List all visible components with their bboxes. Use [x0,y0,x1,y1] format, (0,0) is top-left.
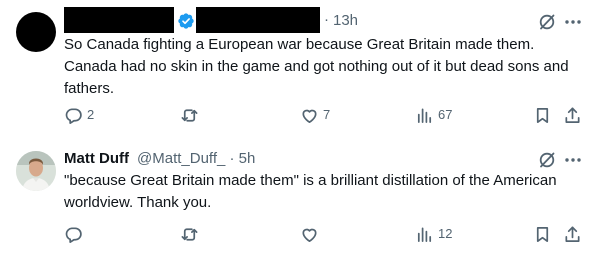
reply-icon [65,226,82,243]
bookmark-button[interactable] [533,224,552,244]
retweet-button[interactable] [180,224,203,244]
views-button[interactable]: 12 [415,224,452,244]
reply-count: 2 [87,107,95,122]
like-count: 7 [323,107,331,122]
more-icon[interactable] [563,12,583,32]
grok-icon[interactable] [537,150,557,170]
like-icon [302,109,317,123]
avatar-photo [16,151,56,191]
verified-badge-icon [178,13,194,29]
views-count: 67 [438,107,453,122]
tweet[interactable]: Matt Duff @Matt_Duff_ · 5h "because Grea… [0,141,598,256]
grok-icon[interactable] [537,12,557,32]
share-button[interactable] [563,105,582,125]
tweet-text: "because Great Britain made them" is a b… [64,172,557,211]
views-icon [417,226,432,242]
action-bar: 2 7 67 [56,105,598,125]
display-name[interactable]: Matt Duff [64,149,129,169]
tweet[interactable]: · 13h So Canada fighting a European war … [0,0,598,141]
timestamp[interactable]: 13h [333,11,358,31]
redacted-display-name [64,7,174,33]
handle-and-time[interactable]: @Matt_Duff_ · 5h [137,149,255,169]
share-icon [565,226,580,242]
avatar[interactable] [16,12,56,52]
reply-button[interactable] [64,224,87,244]
like-button[interactable] [300,224,323,244]
views-count: 12 [438,226,453,241]
like-icon [302,228,317,242]
more-icon[interactable] [563,150,583,170]
tweet-text: So Canada fighting a European war becaus… [64,36,569,97]
reply-button[interactable]: 2 [64,105,94,125]
views-icon [417,107,432,123]
bookmark-icon [536,107,549,123]
views-button[interactable]: 67 [415,105,452,125]
retweet-button[interactable] [180,105,203,125]
redacted-handle [196,7,320,33]
bookmark-button[interactable] [533,105,552,125]
share-button[interactable] [563,224,582,244]
retweet-icon [181,227,198,241]
reply-icon [65,107,82,124]
action-bar: 12 [56,224,598,244]
avatar[interactable] [16,151,56,191]
share-icon [565,107,580,123]
retweet-icon [181,108,198,122]
like-button[interactable]: 7 [300,105,330,125]
separator-dot: · [324,11,329,28]
bookmark-icon [536,226,549,242]
